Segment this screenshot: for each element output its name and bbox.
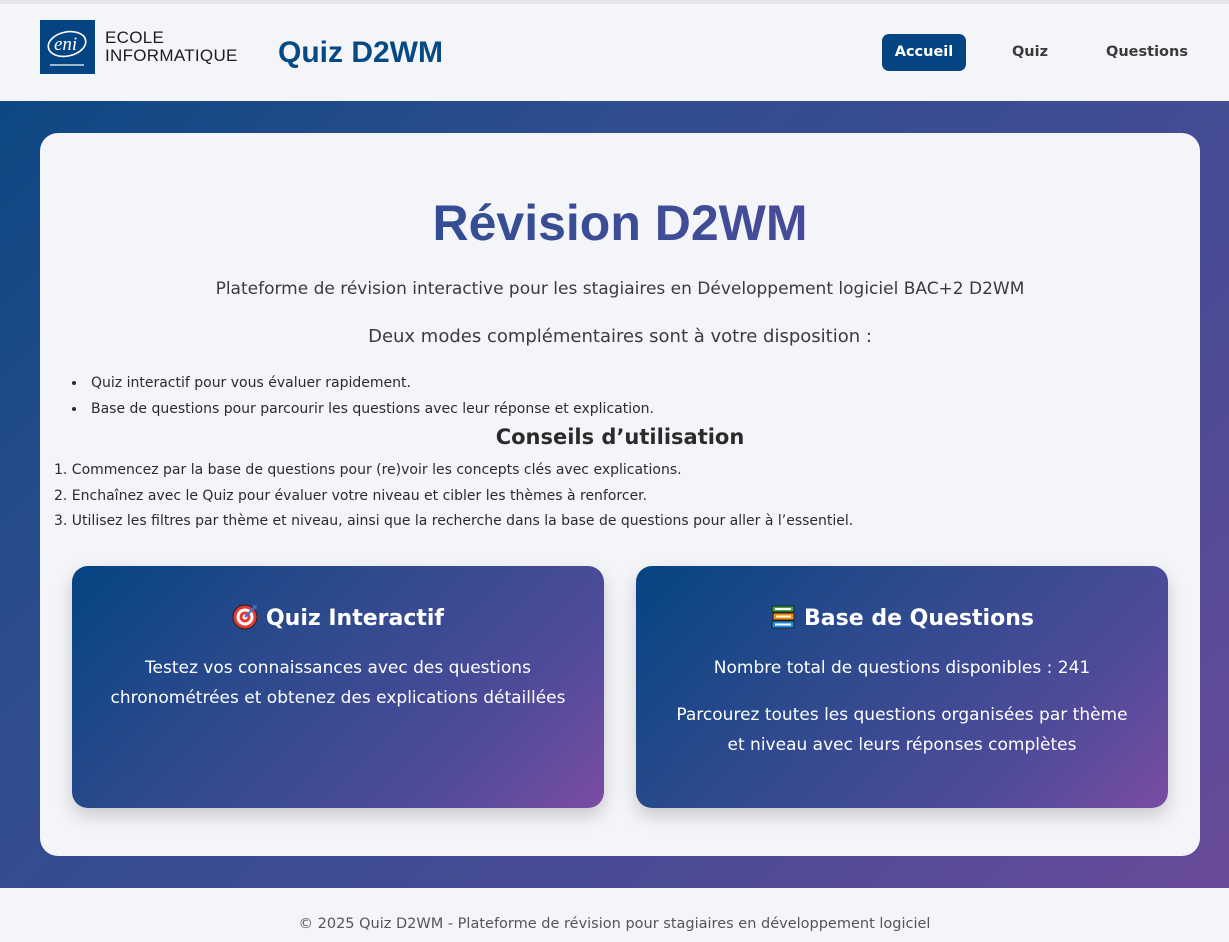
nav-questions[interactable]: Questions: [1096, 34, 1198, 71]
welcome-card: Révision D2WM Plateforme de révision int…: [40, 133, 1200, 856]
questions-card-title-text: Base de Questions: [804, 606, 1034, 631]
quiz-card[interactable]: Quiz Interactif Testez vos connaissances…: [72, 566, 604, 808]
tips-title: Conseils d’utilisation: [495, 425, 745, 449]
app-title[interactable]: Quiz D2WM: [278, 36, 443, 70]
logo-line-1: ECOLE: [105, 28, 165, 47]
list-item: Quiz interactif pour vous évaluer rapide…: [72, 371, 1172, 397]
eni-logo[interactable]: eni: [40, 20, 95, 74]
target-icon: [232, 604, 258, 630]
questions-card-title: Base de Questions: [636, 604, 1168, 633]
modes-list: Quiz interactif pour vous évaluer rapide…: [72, 371, 1172, 422]
nav-quiz[interactable]: Quiz: [996, 34, 1064, 71]
footer-text: © 2025 Quiz D2WM - Plateforme de révisio…: [298, 916, 931, 932]
questions-card[interactable]: Base de Questions Nombre total de questi…: [636, 566, 1168, 808]
books-icon: [771, 605, 795, 629]
modes-intro: Deux modes complémentaires sont à votre …: [368, 326, 872, 347]
list-item: 3. Utilisez les filtres par thème et niv…: [54, 513, 854, 529]
questions-count: Nombre total de questions disponibles : …: [713, 658, 1091, 678]
page-subtitle: Plateforme de révision interactive pour …: [215, 279, 1025, 299]
list-item: 2. Enchaînez avec le Quiz pour évaluer v…: [54, 487, 648, 504]
nav-accueil[interactable]: Accueil: [882, 34, 966, 71]
svg-text:eni: eni: [54, 34, 77, 55]
list-item: Base de questions pour parcourir les que…: [72, 397, 1172, 423]
tips-list: 1. Commencez par la base de questions po…: [54, 458, 1154, 535]
page-title: Révision D2WM: [40, 193, 1200, 253]
logo-text: ECOLE INFORMATIQUE: [105, 29, 238, 65]
eni-logo-mark: eni: [47, 30, 87, 66]
list-item: 1. Commencez par la base de questions po…: [54, 462, 682, 478]
footer: © 2025 Quiz D2WM - Plateforme de révisio…: [0, 888, 1229, 942]
quiz-card-title-text: Quiz Interactif: [265, 606, 445, 631]
hero-section: Révision D2WM Plateforme de révision int…: [0, 101, 1229, 888]
logo-line-2: INFORMATIQUE: [105, 46, 238, 65]
header: eni ECOLE INFORMATIQUE Quiz D2WM Accueil…: [0, 4, 1229, 101]
quiz-card-description: Testez vos connaissances avec des questi…: [110, 658, 566, 708]
questions-card-description: Parcourez toutes les questions organisée…: [676, 705, 1128, 755]
quiz-card-title: Quiz Interactif: [72, 604, 604, 633]
